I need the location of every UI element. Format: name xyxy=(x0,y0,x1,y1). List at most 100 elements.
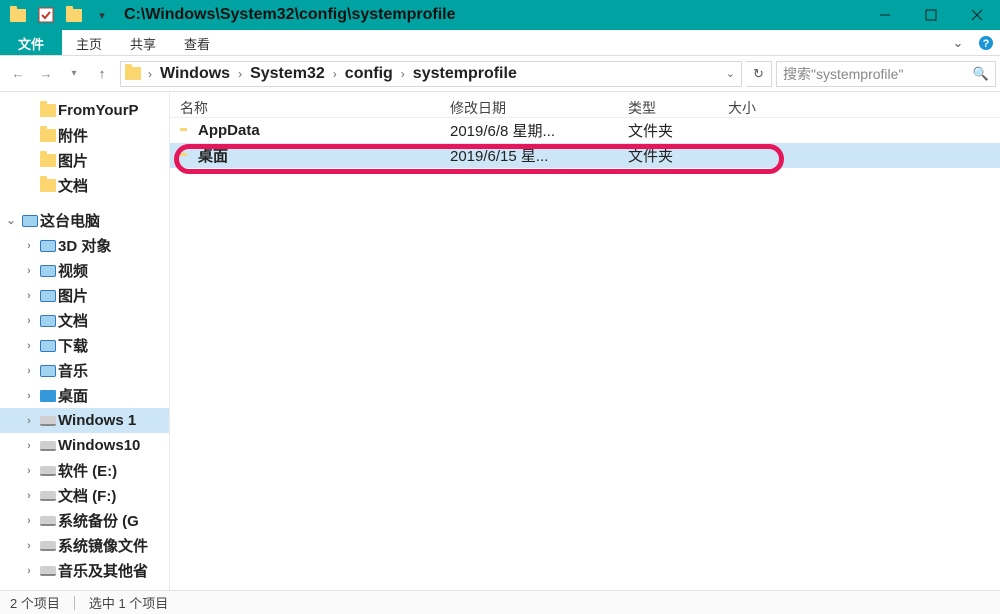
nav-pane[interactable]: FromYourP附件图片文档 ⌄ 这台电脑 ›3D 对象›视频›图片›文档›下… xyxy=(0,92,170,590)
nav-item[interactable]: › 文档 xyxy=(0,308,169,333)
nav-item[interactable]: ›下载 xyxy=(0,333,169,358)
properties-icon[interactable] xyxy=(34,3,58,27)
nav-item[interactable]: › 软件 (E:) xyxy=(0,458,169,483)
nav-item[interactable]: ›系统备份 (G xyxy=(0,508,169,533)
chevron-right-icon[interactable]: › xyxy=(398,67,408,81)
search-placeholder: 搜索"systemprofile" xyxy=(783,64,973,84)
nav-item[interactable]: › 音乐及其他省 xyxy=(0,558,169,583)
nav-this-pc[interactable]: ⌄ 这台电脑 xyxy=(0,208,169,233)
folder-icon xyxy=(40,154,56,167)
chevron-right-icon[interactable]: › xyxy=(20,365,38,377)
chevron-right-icon[interactable]: › xyxy=(20,490,38,502)
chevron-down-icon[interactable]: ⌄ xyxy=(723,67,741,80)
folder-icon xyxy=(40,104,56,117)
tab-view[interactable]: 查看 xyxy=(170,30,224,55)
nav-item[interactable]: FromYourP xyxy=(0,98,169,123)
titlebar: ▾ C:\Windows\System32\config\systemprofi… xyxy=(0,0,1000,30)
chevron-right-icon[interactable]: › xyxy=(20,315,38,327)
library-icon xyxy=(40,365,56,377)
help-icon[interactable]: ? xyxy=(972,30,1000,55)
drive-icon xyxy=(40,516,56,526)
chevron-right-icon[interactable]: › xyxy=(20,290,38,302)
nav-item[interactable]: ›系统镜像文件 xyxy=(0,533,169,558)
search-icon: 🔍 xyxy=(973,66,989,82)
window-title: C:\Windows\System32\config\systemprofile xyxy=(124,6,455,24)
col-name[interactable]: 名称 xyxy=(170,98,440,118)
folder-icon xyxy=(40,129,56,142)
chevron-right-icon[interactable]: › xyxy=(20,440,38,452)
nav-label: 音乐 xyxy=(58,360,88,381)
recent-locations-icon[interactable]: ▾ xyxy=(60,60,88,88)
table-row[interactable]: AppData2019/6/8 星期...文件夹 xyxy=(170,118,1000,143)
tab-file[interactable]: 文件 xyxy=(0,30,62,55)
qat-overflow-icon[interactable]: ▾ xyxy=(90,3,114,27)
chevron-right-icon[interactable]: › xyxy=(20,240,38,252)
nav-item[interactable]: ›Windows 1 xyxy=(0,408,169,433)
separator xyxy=(74,596,75,610)
chevron-down-icon[interactable]: ⌄ xyxy=(2,214,20,227)
folder-icon[interactable] xyxy=(6,3,30,27)
maximize-button[interactable] xyxy=(908,0,954,30)
file-list[interactable]: 名称 修改日期 类型 大小 AppData2019/6/8 星期...文件夹桌面… xyxy=(170,92,1000,590)
nav-item[interactable]: ›图片 xyxy=(0,283,169,308)
refresh-button[interactable]: ↻ xyxy=(746,61,772,87)
close-button[interactable] xyxy=(954,0,1000,30)
breadcrumb-seg[interactable]: systemprofile xyxy=(408,63,522,85)
svg-text:?: ? xyxy=(983,38,990,50)
quick-access-toolbar: ▾ xyxy=(0,3,114,27)
nav-item[interactable]: › 音乐 xyxy=(0,358,169,383)
chevron-right-icon[interactable]: › xyxy=(20,465,38,477)
nav-item[interactable]: › 视频 xyxy=(0,258,169,283)
nav-item[interactable]: › 文档 (F:) xyxy=(0,483,169,508)
library-icon xyxy=(40,340,56,352)
nav-item[interactable]: 图片 xyxy=(0,148,169,173)
ribbon-tabs: 文件 主页 共享 查看 ⌄ ? xyxy=(0,30,1000,56)
breadcrumb-seg[interactable]: config xyxy=(340,63,398,85)
nav-item[interactable]: 文档 xyxy=(0,173,169,198)
tab-home[interactable]: 主页 xyxy=(62,30,116,55)
address-bar: ← → ▾ ↑ › Windows › System32 › config › … xyxy=(0,56,1000,92)
drive-icon xyxy=(40,466,56,476)
chevron-right-icon[interactable]: › xyxy=(20,265,38,277)
table-row[interactable]: 桌面2019/6/15 星...文件夹 xyxy=(170,143,1000,168)
nav-item[interactable]: › Windows10 xyxy=(0,433,169,458)
breadcrumb[interactable]: › Windows › System32 › config › systempr… xyxy=(120,61,742,87)
nav-label: Windows10 xyxy=(58,437,140,454)
col-type[interactable]: 类型 xyxy=(618,98,718,118)
back-button[interactable]: ← xyxy=(4,60,32,88)
nav-label: 软件 (E:) xyxy=(58,460,117,481)
chevron-right-icon[interactable]: › xyxy=(235,67,245,81)
desktop-icon xyxy=(40,390,56,402)
minimize-button[interactable] xyxy=(862,0,908,30)
pc-icon xyxy=(22,215,38,227)
nav-label: 视频 xyxy=(58,260,88,281)
chevron-right-icon[interactable]: › xyxy=(20,340,38,352)
col-date[interactable]: 修改日期 xyxy=(440,98,618,118)
breadcrumb-seg[interactable]: System32 xyxy=(245,63,330,85)
nav-label: 文档 xyxy=(58,310,88,331)
nav-label: 音乐及其他省 xyxy=(58,560,148,581)
search-input[interactable]: 搜索"systemprofile" 🔍 xyxy=(776,61,996,87)
ribbon-expand-icon[interactable]: ⌄ xyxy=(944,30,972,55)
chevron-right-icon[interactable]: › xyxy=(145,67,155,81)
col-size[interactable]: 大小 xyxy=(718,98,818,118)
nav-label: 文档 (F:) xyxy=(58,485,116,506)
library-icon xyxy=(40,290,56,302)
status-selection: 选中 1 个项目 xyxy=(89,593,168,612)
folder-icon[interactable] xyxy=(62,3,86,27)
chevron-right-icon[interactable]: › xyxy=(20,390,38,402)
breadcrumb-seg[interactable]: Windows xyxy=(155,63,235,85)
chevron-right-icon[interactable]: › xyxy=(20,540,38,552)
chevron-right-icon[interactable]: › xyxy=(20,515,38,527)
nav-label: 这台电脑 xyxy=(40,210,100,231)
tab-share[interactable]: 共享 xyxy=(116,30,170,55)
nav-item[interactable]: ›3D 对象 xyxy=(0,233,169,258)
nav-item[interactable]: 附件 xyxy=(0,123,169,148)
up-button[interactable]: ↑ xyxy=(88,60,116,88)
nav-item[interactable]: › 桌面 xyxy=(0,383,169,408)
forward-button[interactable]: → xyxy=(32,60,60,88)
chevron-right-icon[interactable]: › xyxy=(20,415,38,427)
chevron-right-icon[interactable]: › xyxy=(20,565,38,577)
nav-label: 桌面 xyxy=(58,385,88,406)
chevron-right-icon[interactable]: › xyxy=(330,67,340,81)
